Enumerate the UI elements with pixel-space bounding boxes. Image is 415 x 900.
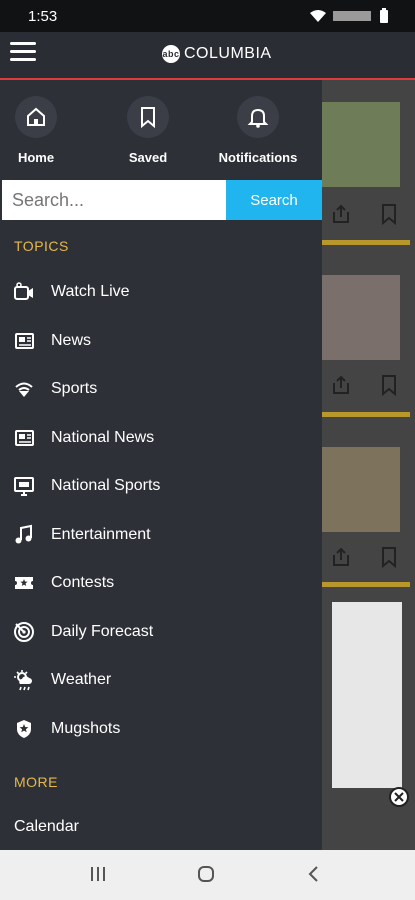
menu-item-label: Weather [51, 671, 112, 689]
sports-icon [13, 378, 35, 400]
menu-item-label: Entertainment [51, 525, 151, 543]
menu-item-mugshots[interactable]: Mugshots [0, 705, 322, 754]
station-logo: abc COLUMBIA [162, 45, 272, 63]
recent-apps-icon[interactable] [89, 864, 107, 884]
card-divider [322, 240, 410, 245]
home-icon [27, 107, 45, 126]
home-button-icon[interactable] [196, 864, 216, 884]
home-icon-circle [15, 96, 57, 138]
card-divider [322, 582, 410, 587]
menu-item-contests[interactable]: Contests [0, 559, 322, 608]
monitor-icon [13, 475, 35, 497]
bookmark-icon[interactable] [378, 203, 400, 225]
menu-item-label: Daily Forecast [51, 622, 154, 640]
feed-image [322, 275, 400, 360]
menu-item-label: Mugshots [51, 719, 121, 737]
app-header: abc COLUMBIA [0, 32, 415, 80]
ad-banner[interactable] [332, 602, 402, 788]
menu-item-calendar[interactable]: Calendar [14, 818, 79, 836]
menu-item-sports[interactable]: Sports [0, 365, 322, 414]
search-bar: Search [2, 180, 322, 220]
status-time: 1:53 [28, 8, 58, 25]
bookmark-icon[interactable] [378, 546, 400, 568]
bookmark-icon[interactable] [378, 374, 400, 396]
quick-action-label: Notifications [218, 150, 298, 165]
ticket-icon [13, 572, 35, 594]
topics-list: Watch Live News Sports National News Nat… [0, 268, 322, 753]
navigation-drawer: Home Saved Notifications Search TOPICS W… [0, 80, 322, 850]
card-actions [330, 374, 400, 398]
topics-heading: TOPICS [14, 238, 69, 254]
newspaper-icon [13, 427, 35, 449]
hamburger-line [10, 50, 36, 53]
police-badge-icon [13, 718, 35, 740]
battery-icon [380, 8, 388, 23]
system-navigation-bar [0, 850, 415, 900]
quick-action-home[interactable]: Home [0, 96, 81, 165]
hamburger-line [10, 42, 36, 45]
close-ad-icon[interactable] [388, 786, 410, 808]
menu-item-label: News [51, 331, 92, 349]
card-actions [330, 546, 400, 570]
menu-item-news[interactable]: News [0, 317, 322, 366]
menu-item-national-news[interactable]: National News [0, 414, 322, 463]
menu-item-label: Watch Live [51, 283, 130, 301]
share-icon[interactable] [330, 374, 352, 396]
share-icon[interactable] [330, 546, 352, 568]
more-heading: MORE [14, 774, 58, 790]
search-button[interactable]: Search [226, 180, 322, 220]
status-bar: 1:53 [0, 0, 415, 32]
bookmark-icon [141, 107, 155, 128]
menu-item-entertainment[interactable]: Entertainment [0, 511, 322, 560]
video-camera-icon [13, 281, 35, 303]
weather-icon [13, 669, 35, 691]
menu-button[interactable] [10, 42, 36, 64]
share-icon[interactable] [330, 203, 352, 225]
hamburger-line [10, 58, 36, 61]
menu-item-label: Contests [51, 574, 115, 592]
menu-item-label: Sports [51, 380, 98, 398]
quick-action-notifications[interactable]: Notifications [213, 96, 303, 165]
card-actions [330, 203, 400, 227]
quick-action-label: Saved [128, 150, 168, 165]
feed-image [322, 447, 400, 532]
card-divider [322, 412, 410, 417]
menu-item-national-sports[interactable]: National Sports [0, 462, 322, 511]
system-icons [309, 8, 389, 24]
station-name: COLUMBIA [184, 45, 272, 62]
menu-item-watch-live[interactable]: Watch Live [0, 268, 322, 317]
menu-item-weather[interactable]: Weather [0, 656, 322, 705]
bookmark-icon-circle [127, 96, 169, 138]
feed-image [322, 102, 400, 187]
quick-action-saved[interactable]: Saved [103, 96, 193, 165]
abc-logo-icon: abc [162, 45, 180, 63]
menu-item-daily-forecast[interactable]: Daily Forecast [0, 608, 322, 657]
bell-icon-circle [237, 96, 279, 138]
bell-icon [247, 108, 269, 128]
music-note-icon [13, 524, 35, 546]
newspaper-icon [13, 330, 35, 352]
signal-icon [333, 11, 371, 21]
quick-action-label: Home [17, 150, 55, 165]
menu-item-label: National News [51, 428, 155, 446]
search-input[interactable] [2, 180, 232, 220]
back-icon[interactable] [305, 864, 321, 884]
feed-background [322, 80, 415, 850]
menu-item-label: National Sports [51, 477, 161, 495]
wifi-icon [310, 10, 326, 22]
quick-actions: Home Saved Notifications [0, 90, 322, 180]
radar-icon [13, 621, 35, 643]
